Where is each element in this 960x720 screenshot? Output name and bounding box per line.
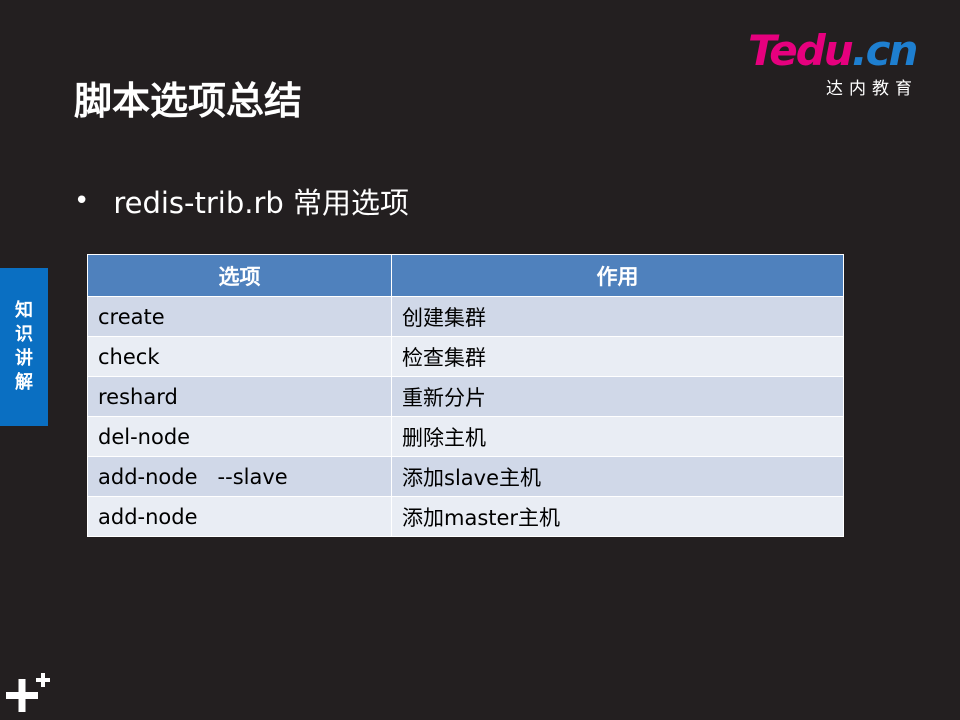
logo-letters-cn: .cn (851, 26, 919, 75)
header-option: 选项 (87, 254, 392, 297)
option-cell: create (87, 296, 392, 337)
table-row: check 检查集群 (87, 336, 844, 377)
logo-letters-edu: edu (769, 26, 853, 75)
side-section-tab: 知 识 讲 解 (0, 268, 48, 426)
purpose-cell: 检查集群 (391, 336, 844, 377)
table-row: create 创建集群 (87, 296, 844, 337)
table-header-row: 选项 作用 (87, 254, 844, 297)
table-row: del-node 删除主机 (87, 416, 844, 457)
purpose-cell: 添加slave主机 (391, 456, 844, 497)
table-row: add-node --slave 添加slave主机 (87, 456, 844, 497)
bullet-dot-icon: • (74, 186, 90, 216)
header-purpose: 作用 (391, 254, 844, 297)
table-row: reshard 重新分片 (87, 376, 844, 417)
option-cell: add-node --slave (87, 456, 392, 497)
options-table: 选项 作用 create 创建集群 check 检查集群 reshard 重新分… (87, 254, 844, 537)
side-tab-char: 识 (15, 324, 33, 345)
purpose-cell: 重新分片 (391, 376, 844, 417)
option-cell: check (87, 336, 392, 377)
bullet-text: redis-trib.rb 常用选项 (113, 186, 410, 220)
purpose-cell: 添加master主机 (391, 496, 844, 537)
logo-subtitle: 达内教育 (826, 79, 918, 99)
logo-letter-t: T (748, 26, 771, 75)
purpose-cell: 创建集群 (391, 296, 844, 337)
side-tab-char: 讲 (15, 348, 33, 369)
purpose-cell: 删除主机 (391, 416, 844, 457)
side-tab-char: 知 (15, 300, 33, 321)
option-cell: del-node (87, 416, 392, 457)
table-row: add-node 添加master主机 (87, 496, 844, 537)
logo-wordmark: Tedu.cn (748, 26, 919, 75)
option-cell: reshard (87, 376, 392, 417)
plus-plus-icon (6, 673, 50, 712)
tedu-logo: Tedu.cn 达内教育 (748, 26, 928, 100)
side-tab-char: 解 (15, 372, 33, 393)
option-cell: add-node (87, 496, 392, 537)
bullet-item: • redis-trib.rb 常用选项 (74, 180, 409, 222)
slide-title: 脚本选项总结 (74, 79, 303, 123)
